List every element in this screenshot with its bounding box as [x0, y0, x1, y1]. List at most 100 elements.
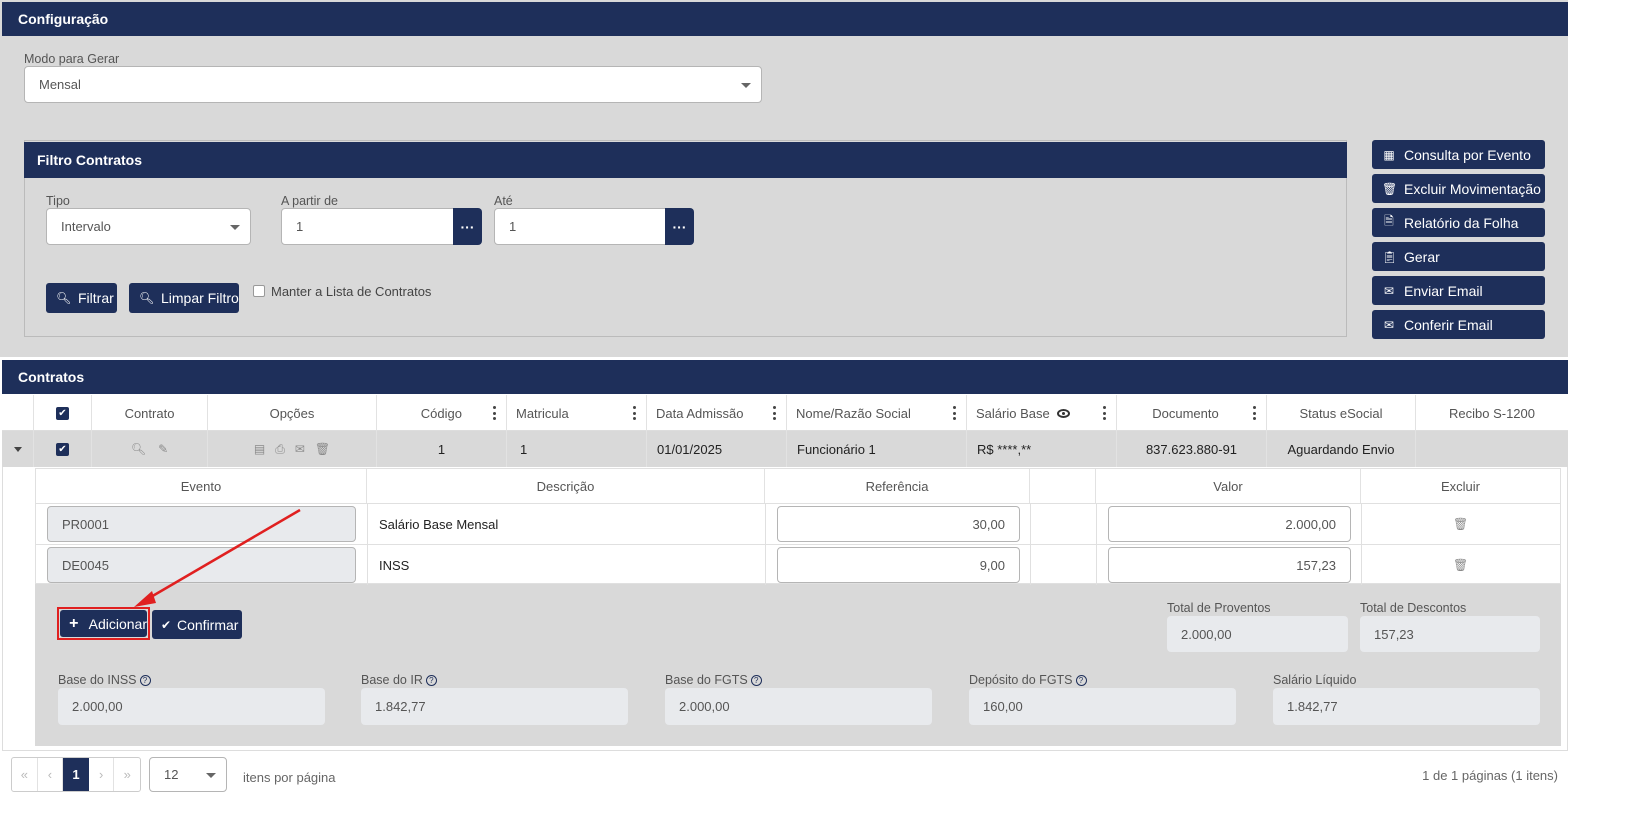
prev-page-button[interactable]: ‹ — [38, 758, 64, 791]
conferir-email-button[interactable]: ✉ Conferir Email — [1372, 310, 1545, 339]
cell-recibo — [1416, 431, 1568, 467]
valor-value: 157,23 — [1296, 557, 1336, 573]
total-proventos-value: 2.000,00 — [1181, 626, 1232, 642]
cell-divider — [765, 504, 766, 545]
edit-icon[interactable]: ✎ — [158, 442, 168, 456]
col-recibo[interactable]: Recibo S-1200 — [1416, 395, 1568, 431]
help-icon[interactable]: ? — [1075, 675, 1087, 687]
column-menu-icon[interactable] — [953, 406, 956, 420]
col-admissao[interactable]: Data Admissão — [647, 395, 787, 431]
valor-input[interactable]: 2.000,00 — [1108, 506, 1351, 542]
col-recibo-label: Recibo S-1200 — [1449, 405, 1535, 421]
base-ir-label: Base do IR? — [361, 673, 437, 687]
cell-divider — [1361, 504, 1362, 545]
column-menu-icon[interactable] — [493, 406, 496, 420]
contratos-title: Contratos — [18, 369, 85, 385]
trash-icon[interactable]: 🗑︎ — [315, 442, 330, 456]
apartir-label: A partir de — [281, 194, 338, 208]
column-menu-icon[interactable] — [1103, 406, 1106, 420]
referencia-input[interactable]: 9,00 — [777, 547, 1020, 583]
manter-label: Manter a Lista de Contratos — [271, 284, 432, 299]
envelope-check-icon: ✉ — [1383, 317, 1395, 332]
referencia-input[interactable]: 30,00 — [777, 506, 1020, 542]
ate-lookup-button[interactable]: ··· — [665, 208, 694, 245]
search-icon[interactable]: 🔍︎ — [131, 442, 146, 456]
last-page-button[interactable]: » — [114, 758, 140, 791]
cell-divider — [367, 504, 368, 545]
ate-input[interactable]: 1 — [494, 208, 667, 245]
col-codigo[interactable]: Código — [377, 395, 507, 431]
col-contrato[interactable]: Contrato — [92, 395, 208, 431]
expand-toggle[interactable] — [2, 431, 34, 467]
col-referencia: Referência — [765, 469, 1030, 503]
col-matricula[interactable]: Matricula — [507, 395, 647, 431]
total-descontos-field: 157,23 — [1360, 616, 1540, 652]
gerar-button[interactable]: 📋︎ Gerar — [1372, 242, 1545, 271]
envelope-icon[interactable]: ✉ — [295, 442, 305, 456]
column-menu-icon[interactable] — [773, 406, 776, 420]
help-icon[interactable]: ? — [139, 675, 151, 687]
row-checkbox[interactable]: ✔ — [56, 442, 69, 456]
pager-border — [2, 750, 1568, 751]
row-select[interactable]: ✔ — [34, 431, 92, 467]
select-all-header[interactable]: ✔ — [34, 395, 92, 431]
modo-label: Modo para Gerar — [24, 52, 120, 66]
pager-summary: 1 de 1 páginas (1 itens) — [1422, 768, 1558, 783]
salario-liquido-label: Salário Líquido — [1273, 673, 1357, 687]
limpar-filtro-button[interactable]: 🔍︎ Limpar Filtro — [129, 283, 239, 313]
help-icon[interactable]: ? — [425, 675, 437, 687]
total-proventos-field: 2.000,00 — [1167, 616, 1348, 652]
contratos-header: Contratos — [2, 360, 1568, 394]
envelope-icon: ✉ — [1383, 283, 1395, 298]
trash-icon[interactable]: 🗑︎ — [1453, 517, 1468, 531]
column-menu-icon[interactable] — [1253, 406, 1256, 420]
col-descricao: Descrição — [367, 469, 765, 503]
calculator-icon[interactable]: ▤ — [254, 442, 265, 456]
manter-checkbox[interactable] — [253, 285, 265, 297]
base-fgts-label-text: Base do FGTS — [665, 673, 748, 687]
col-nome-label: Nome/Razão Social — [796, 405, 911, 421]
salario-liquido-value: 1.842,77 — [1287, 699, 1338, 714]
apartir-lookup-button[interactable]: ··· — [453, 208, 482, 245]
eye-icon[interactable] — [1056, 408, 1070, 418]
tipo-label: Tipo — [46, 194, 70, 208]
apartir-input[interactable]: 1 — [281, 208, 455, 245]
more-icon: ··· — [672, 218, 687, 235]
config-title: Configuração — [18, 11, 109, 27]
relatorio-folha-button[interactable]: 🗎 Relatório da Folha — [1372, 208, 1545, 237]
col-opcoes[interactable]: Opções — [208, 395, 377, 431]
column-menu-icon[interactable] — [633, 406, 636, 420]
page-number-button[interactable]: 1 — [63, 758, 89, 791]
cell-divider — [367, 545, 368, 585]
next-page-button[interactable]: › — [89, 758, 115, 791]
deposito-fgts-label: Depósito do FGTS? — [969, 673, 1087, 687]
consulta-evento-button[interactable]: ▦ Consulta por Evento — [1372, 140, 1545, 169]
first-page-button[interactable]: « — [12, 758, 38, 791]
modo-value: Mensal — [39, 77, 81, 92]
page-size-select[interactable]: 12 — [149, 757, 227, 792]
filtrar-label: Filtrar — [78, 290, 114, 306]
col-nome[interactable]: Nome/Razão Social — [787, 395, 967, 431]
filtrar-button[interactable]: 🔍︎ Filtrar — [46, 283, 117, 313]
referencia-value: 30,00 — [972, 516, 1005, 532]
col-status[interactable]: Status eSocial — [1267, 395, 1416, 431]
print-icon[interactable]: ⎙ — [275, 442, 285, 457]
select-all-checkbox[interactable]: ✔ — [56, 406, 69, 420]
col-status-label: Status eSocial — [1299, 405, 1383, 421]
excluir-movimentacao-button[interactable]: 🗑︎ Excluir Movimentação — [1372, 174, 1545, 203]
enviar-email-button[interactable]: ✉ Enviar Email — [1372, 276, 1545, 305]
trash-icon[interactable]: 🗑︎ — [1453, 558, 1468, 572]
modo-select[interactable]: Mensal — [24, 66, 762, 103]
col-salario[interactable]: Salário Base — [967, 395, 1117, 431]
conferir-label: Conferir Email — [1404, 316, 1493, 333]
annotation-arrow — [134, 508, 301, 607]
valor-input[interactable]: 157,23 — [1108, 547, 1351, 583]
base-inss-field: 2.000,00 — [58, 688, 325, 725]
chevron-down-icon — [206, 772, 216, 778]
help-icon[interactable]: ? — [750, 675, 762, 687]
table-row[interactable]: ✔ 🔍︎ ✎ ▤ ⎙ ✉ 🗑︎ 1 1 01/01/2025 Funcionár… — [2, 431, 1568, 467]
filtro-title: Filtro Contratos — [37, 152, 142, 168]
descricao-text: Salário Base Mensal — [379, 517, 499, 532]
col-documento[interactable]: Documento — [1117, 395, 1267, 431]
tipo-select[interactable]: Intervalo — [46, 208, 251, 245]
